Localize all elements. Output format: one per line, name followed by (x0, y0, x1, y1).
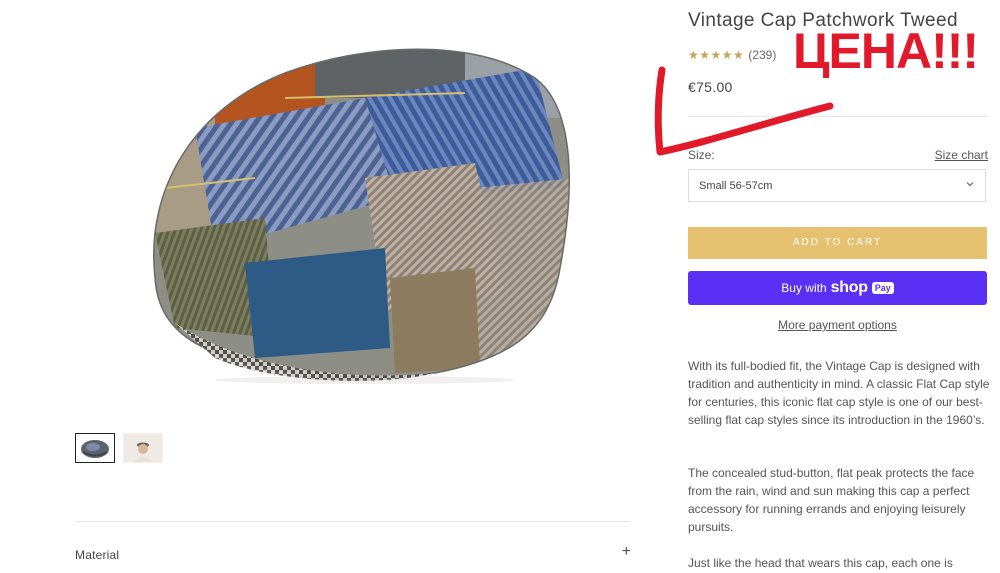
description-paragraph: Just like the head that wears this cap, … (688, 556, 953, 570)
add-to-cart-label: ADD TO CART (792, 237, 883, 248)
chevron-down-icon (966, 182, 974, 187)
product-image[interactable] (135, 38, 575, 386)
price-annotation-text: ЦЕНА!!! (793, 23, 979, 79)
thumbnail-strip (75, 433, 163, 463)
size-select-value: Small 56-57cm (699, 180, 773, 192)
media-divider (75, 521, 631, 522)
cap-thumbnail[interactable] (75, 433, 115, 463)
rating-count: (239) (748, 48, 777, 62)
add-to-cart-button[interactable]: ADD TO CART (688, 227, 987, 259)
plus-icon[interactable]: + (622, 543, 631, 561)
product-rating[interactable]: ★★★★★ (239) (688, 48, 776, 62)
description-paragraph: The concealed stud-button, flat peak pro… (688, 466, 975, 534)
model-thumbnail[interactable] (123, 433, 163, 463)
description-paragraph: With its full-bodied fit, the Vintage Ca… (688, 359, 990, 427)
product-media: Material + (0, 0, 660, 573)
material-accordion[interactable]: Material + (75, 540, 631, 570)
more-payment-options-link[interactable]: More payment options (688, 318, 987, 332)
pay-badge: Pay (871, 282, 894, 294)
buy-with-shop-pay-button[interactable]: Buy with shop Pay (688, 271, 987, 305)
buy-with-label: Buy with (781, 281, 827, 295)
material-accordion-label: Material (75, 548, 120, 562)
shop-logo: shop (830, 279, 868, 296)
size-chart-link[interactable]: Size chart (935, 148, 988, 162)
size-select[interactable]: Small 56-57cm (688, 169, 986, 202)
rating-stars-icon: ★★★★★ (688, 48, 745, 62)
